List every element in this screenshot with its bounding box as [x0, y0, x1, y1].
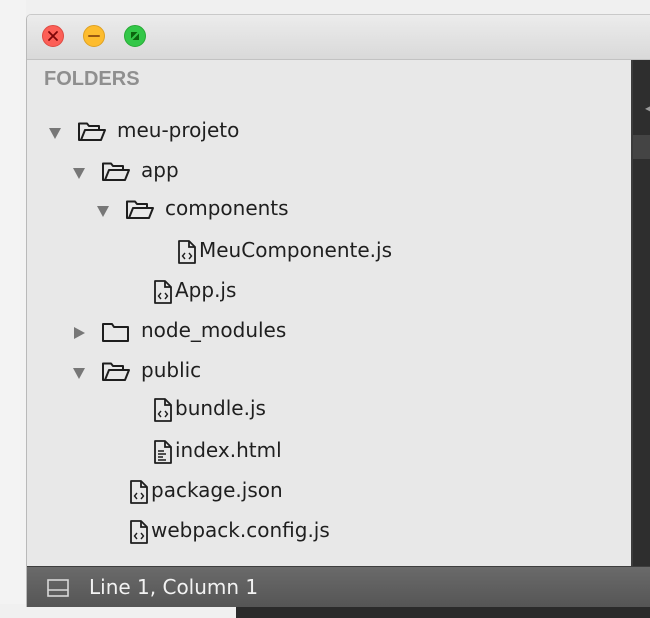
tree-folder-row[interactable]: public — [27, 357, 627, 387]
folder-open-icon — [101, 361, 131, 387]
disclosure-expanded-icon[interactable] — [71, 365, 87, 381]
folder-closed-icon — [101, 321, 131, 347]
folders-header: FOLDERS — [44, 68, 140, 90]
title-bar[interactable] — [27, 15, 650, 60]
folder-open-icon — [101, 161, 131, 187]
editor-window: FOLDERS meu-projeto app components MeuCompo… — [26, 14, 650, 607]
tree-item-label: index.html — [175, 438, 282, 462]
tree-item-label: bundle.js — [175, 396, 266, 420]
folder-open-icon — [125, 199, 155, 225]
zoom-icon — [131, 32, 139, 40]
tree-folder-row[interactable]: node_modules — [27, 317, 627, 347]
tree-folder-row[interactable]: meu-projeto — [27, 117, 627, 147]
disclosure-expanded-icon[interactable] — [95, 203, 111, 219]
file-text-icon — [153, 440, 173, 468]
close-icon — [48, 31, 58, 41]
editor-tab-band — [633, 135, 650, 159]
tree-file-row[interactable]: package.json — [27, 477, 627, 507]
tree-item-label: webpack.config.js — [151, 518, 330, 542]
tree-item-label: package.json — [151, 478, 283, 502]
tree-item-label: meu-projeto — [117, 118, 240, 142]
file-code-icon — [153, 280, 173, 308]
disclosure-collapsed-icon[interactable] — [71, 325, 87, 341]
close-button[interactable] — [42, 25, 64, 47]
tab-scroll-left-icon[interactable]: ◂ — [645, 98, 650, 117]
desktop-background — [0, 0, 26, 618]
tree-file-row[interactable]: webpack.config.js — [27, 517, 627, 547]
disclosure-expanded-icon[interactable] — [71, 165, 87, 181]
tree-item-label: components — [165, 196, 289, 220]
zoom-button[interactable] — [124, 25, 146, 47]
tree-file-row[interactable]: index.html — [27, 437, 627, 467]
editor-pane-edge: ◂ — [631, 60, 650, 566]
file-code-icon — [177, 240, 197, 268]
minimize-button[interactable] — [83, 25, 105, 47]
tree-folder-row[interactable]: app — [27, 157, 627, 187]
tree-item-label: node_modules — [141, 318, 287, 342]
tree-item-label: public — [141, 358, 202, 382]
tree-file-row[interactable]: App.js — [27, 277, 627, 307]
file-code-icon — [129, 520, 149, 548]
cursor-position: Line 1, Column 1 — [89, 575, 259, 599]
folders-sidebar: FOLDERS meu-projeto app components MeuCompo… — [27, 60, 631, 566]
tree-item-label: App.js — [175, 278, 237, 302]
disclosure-expanded-icon[interactable] — [47, 125, 63, 141]
tree-item-label: MeuComponente.js — [199, 238, 392, 262]
file-code-icon — [153, 398, 173, 426]
tree-file-row[interactable]: bundle.js — [27, 395, 627, 425]
folder-open-icon — [77, 121, 107, 147]
tree-folder-row[interactable]: components — [27, 195, 627, 225]
panel-toggle-icon[interactable] — [47, 579, 69, 597]
tree-file-row[interactable]: MeuComponente.js — [27, 237, 627, 267]
minimize-icon — [88, 35, 100, 37]
status-bar: Line 1, Column 1 — [27, 566, 650, 607]
file-code-icon — [129, 480, 149, 508]
tree-item-label: app — [141, 158, 179, 182]
